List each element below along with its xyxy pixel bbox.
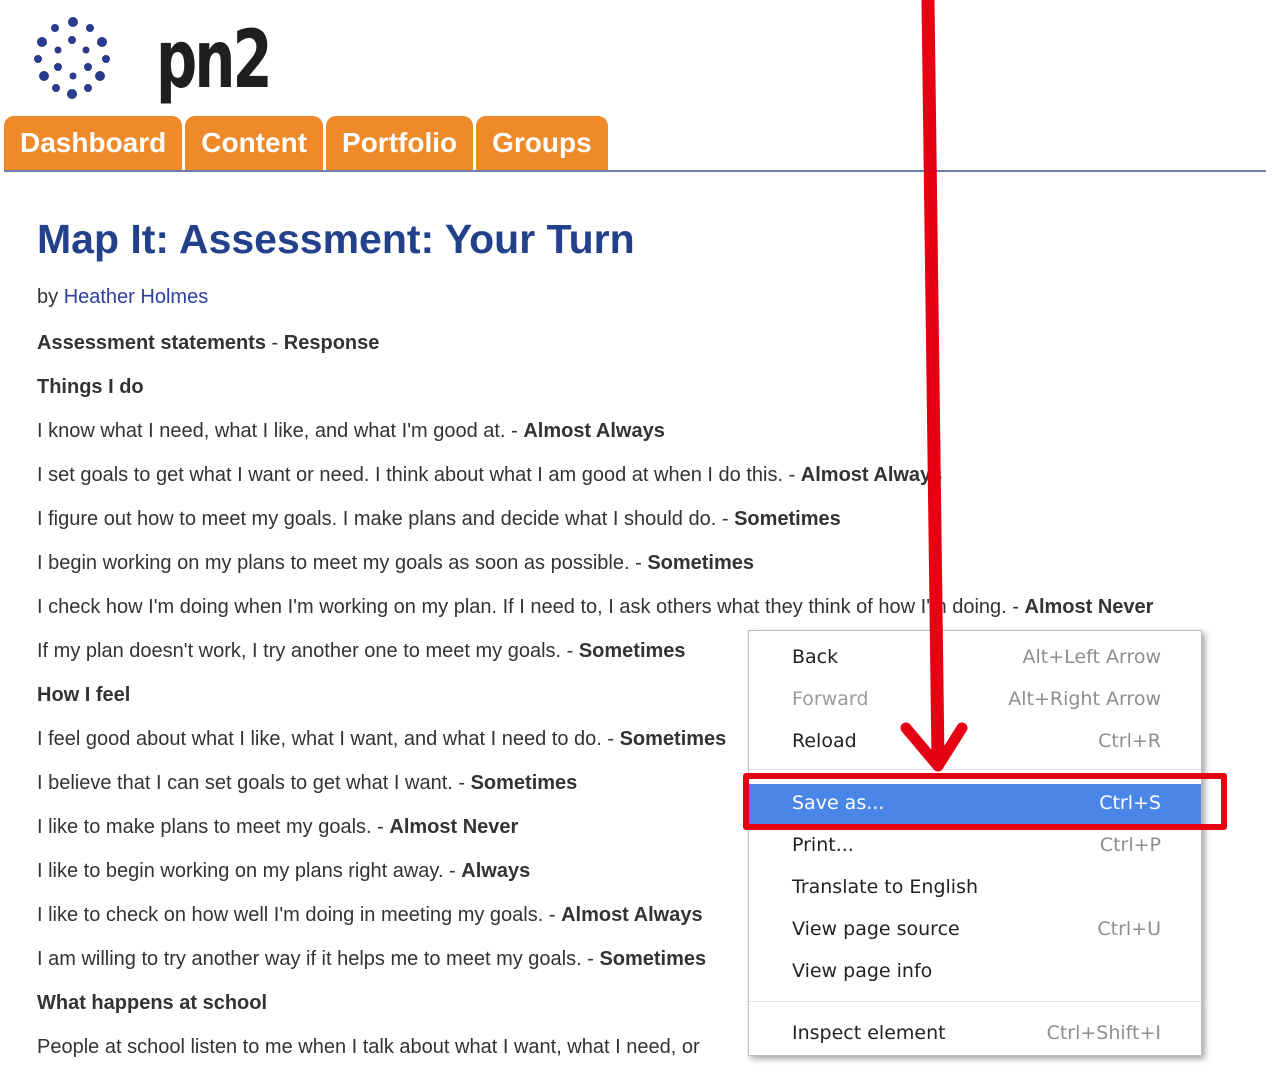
assessment-item: I begin working on my plans to meet my g… <box>37 550 754 576</box>
assessment-item: I am willing to try another way if it he… <box>37 946 706 972</box>
main-nav: Dashboard Content Portfolio Groups <box>4 116 611 171</box>
logo-wordmark: pn2 <box>156 13 273 106</box>
statement-text: I set goals to get what I want or need. … <box>37 464 801 486</box>
menu-item-label: View page source <box>792 918 960 940</box>
tab-content[interactable]: Content <box>185 116 324 171</box>
menu-separator <box>749 769 1201 770</box>
menu-item-reload[interactable]: Reload Ctrl+R <box>749 722 1201 762</box>
nav-divider <box>4 170 1266 172</box>
menu-item-label: Reload <box>792 730 857 752</box>
response-value: Almost Always <box>523 420 665 442</box>
response-value: Always <box>461 860 531 882</box>
assessment-item: I know what I need, what I like, and wha… <box>37 418 665 444</box>
menu-item-label: Back <box>792 646 839 668</box>
response-value: Almost Always <box>800 464 943 486</box>
header-response: Response <box>283 332 380 354</box>
response-value: Sometimes <box>734 508 841 530</box>
assessment-item: I like to make plans to meet my goals. -… <box>37 814 518 840</box>
response-value: Sometimes <box>578 640 686 662</box>
statement-text: People at school listen to me when I tal… <box>37 1036 700 1058</box>
statement-text: I check how I'm doing when I'm working o… <box>37 596 1025 618</box>
statement-text: I believe that I can set goals to get wh… <box>37 772 471 794</box>
assessment-item: I believe that I can set goals to get wh… <box>37 770 577 796</box>
context-menu: Back Alt+Left Arrow Forward Alt+Right Ar… <box>748 630 1202 1056</box>
logo-dots-icon <box>34 17 110 99</box>
statement-text: I am willing to try another way if it he… <box>37 948 600 970</box>
header-statements: Assessment statements <box>37 332 266 354</box>
statement-text: I like to begin working on my plans righ… <box>37 860 462 882</box>
assessment-item: I like to begin working on my plans righ… <box>37 858 530 884</box>
response-value: Sometimes <box>647 552 755 574</box>
response-value: Almost Always <box>561 904 703 926</box>
header-separator: - <box>266 332 284 354</box>
assessment-item: I check how I'm doing when I'm working o… <box>37 594 1153 620</box>
tab-groups[interactable]: Groups <box>476 116 608 171</box>
annotation-highlight-box <box>743 773 1227 830</box>
assessment-item: If my plan doesn't work, I try another o… <box>37 638 686 664</box>
response-value: Almost Never <box>389 816 519 838</box>
menu-item-print[interactable]: Print... Ctrl+P <box>749 826 1201 866</box>
assessment-item: I feel good about what I like, what I wa… <box>37 726 726 752</box>
menu-item-view-page-info[interactable]: View page info <box>749 952 1201 992</box>
assessment-item: I like to check on how well I'm doing in… <box>37 902 703 928</box>
pn2-logo[interactable]: pn2 <box>28 14 273 106</box>
menu-item-back[interactable]: Back Alt+Left Arrow <box>749 638 1201 678</box>
tab-dashboard[interactable]: Dashboard <box>4 116 183 171</box>
assessment-item: I set goals to get what I want or need. … <box>37 462 942 488</box>
menu-separator <box>749 1001 1201 1002</box>
response-value: Almost Never <box>1024 596 1154 618</box>
menu-item-translate[interactable]: Translate to English <box>749 868 1201 908</box>
statement-text: I know what I need, what I like, and wha… <box>37 420 524 442</box>
page-title: Map It: Assessment: Your Turn <box>37 216 635 262</box>
menu-item-label: Print... <box>792 834 854 856</box>
section-heading: What happens at school <box>37 992 268 1014</box>
byline-prefix: by <box>37 286 59 308</box>
statement-text: I figure out how to meet my goals. I mak… <box>37 508 735 530</box>
response-value: Sometimes <box>470 772 578 794</box>
statement-text: I like to check on how well I'm doing in… <box>37 904 562 926</box>
menu-item-shortcut: Ctrl+R <box>1098 730 1161 752</box>
section-heading: Things I do <box>37 376 144 398</box>
menu-item-label: Inspect element <box>792 1022 946 1044</box>
statement-text: I begin working on my plans to meet my g… <box>37 552 648 574</box>
menu-item-inspect[interactable]: Inspect element Ctrl+Shift+I <box>749 1014 1201 1054</box>
author-link[interactable]: Heather Holmes <box>64 286 209 308</box>
menu-item-shortcut: Ctrl+U <box>1097 918 1161 940</box>
menu-item-shortcut: Ctrl+P <box>1099 834 1161 856</box>
assessment-item: People at school listen to me when I tal… <box>37 1034 700 1060</box>
statement-text: I feel good about what I like, what I wa… <box>37 728 620 750</box>
menu-item-label: View page info <box>792 960 933 982</box>
byline: by Heather Holmes <box>37 286 208 309</box>
menu-item-label: Translate to English <box>792 876 979 898</box>
response-value: Sometimes <box>619 728 727 750</box>
response-value: Sometimes <box>599 948 707 970</box>
menu-item-shortcut: Ctrl+Shift+I <box>1046 1022 1161 1044</box>
menu-item-shortcut: Alt+Right Arrow <box>1008 688 1161 710</box>
assessment-item: I figure out how to meet my goals. I mak… <box>37 506 841 532</box>
section-heading: How I feel <box>37 684 131 706</box>
menu-item-view-source[interactable]: View page source Ctrl+U <box>749 910 1201 950</box>
statement-text: If my plan doesn't work, I try another o… <box>37 640 579 662</box>
menu-item-forward[interactable]: Forward Alt+Right Arrow <box>749 680 1201 720</box>
assessment-header: Assessment statements - Response <box>37 330 379 356</box>
tab-portfolio[interactable]: Portfolio <box>326 116 474 171</box>
menu-item-shortcut: Alt+Left Arrow <box>1022 646 1161 668</box>
statement-text: I like to make plans to meet my goals. - <box>37 816 390 838</box>
menu-item-label: Forward <box>792 688 869 710</box>
